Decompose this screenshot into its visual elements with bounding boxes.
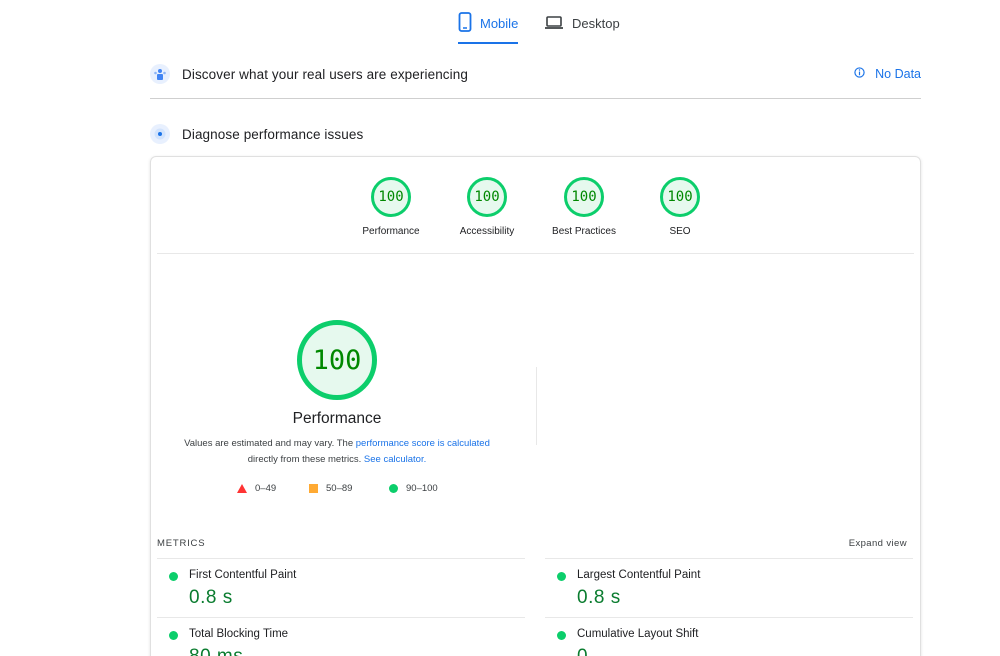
- metric-cumulative-layout-shift: Cumulative Layout Shift 0: [545, 617, 913, 656]
- info-icon: [854, 67, 865, 81]
- desc-middle: directly from these metrics.: [247, 454, 364, 465]
- no-data-status[interactable]: No Data: [854, 67, 921, 81]
- gauge-performance[interactable]: 100 Performance: [341, 177, 441, 237]
- device-tabs: Mobile Desktop: [0, 0, 1000, 44]
- tab-mobile-label: Mobile: [480, 16, 519, 31]
- expand-view-button[interactable]: Expand view: [849, 538, 907, 549]
- desc-prefix: Values are estimated and may vary. The: [184, 438, 356, 449]
- diagnose-title: Diagnose performance issues: [182, 126, 364, 142]
- gauge-label: Performance: [362, 226, 420, 237]
- square-icon: [309, 484, 318, 493]
- no-data-label: No Data: [875, 67, 921, 81]
- legend-range: 50–89: [326, 483, 353, 494]
- metric-value: 80 ms: [189, 646, 243, 656]
- section-divider: [150, 98, 921, 99]
- discover-title: Discover what your real users are experi…: [182, 66, 468, 82]
- gauge-score: 100: [371, 177, 411, 217]
- legend-range: 90–100: [406, 483, 438, 494]
- tab-mobile[interactable]: Mobile: [458, 12, 518, 44]
- laptop-icon: [544, 12, 564, 35]
- metric-first-contentful-paint: First Contentful Paint 0.8 s: [157, 558, 525, 608]
- metric-value: 0: [577, 646, 588, 656]
- category-gauges: 100 Performance 100 Accessibility 100 Be…: [151, 177, 920, 257]
- metric-total-blocking-time: Total Blocking Time 80 ms: [157, 617, 525, 656]
- legend-fail: 0–49: [237, 483, 276, 494]
- gauges-divider: [157, 253, 914, 254]
- gauge-label: Accessibility: [459, 226, 515, 237]
- pass-dot-icon: [169, 631, 178, 640]
- gauge-accessibility[interactable]: 100 Accessibility: [437, 177, 537, 237]
- diagnose-section: Diagnose performance issues: [150, 118, 921, 150]
- smartphone-icon: [458, 12, 472, 35]
- metric-name: Cumulative Layout Shift: [577, 628, 699, 640]
- score-legend: 0–49 50–89 90–100: [151, 483, 551, 499]
- pass-dot-icon: [557, 572, 566, 581]
- performance-big-gauge: 100: [297, 320, 377, 400]
- score-calculated-link[interactable]: performance score is calculated: [356, 438, 490, 449]
- legend-average: 50–89: [309, 483, 352, 494]
- metric-value: 0.8 s: [189, 587, 233, 608]
- gauge-best-practices[interactable]: 100 Best Practices: [534, 177, 634, 237]
- triangle-icon: [237, 484, 247, 493]
- tab-desktop[interactable]: Desktop: [544, 12, 620, 44]
- metric-name: Total Blocking Time: [189, 628, 289, 640]
- performance-description: Values are estimated and may vary. The p…: [171, 436, 503, 468]
- circle-icon: [389, 484, 398, 493]
- legend-pass: 90–100: [389, 483, 438, 494]
- pass-dot-icon: [169, 572, 178, 581]
- tab-desktop-label: Desktop: [572, 16, 620, 31]
- metric-name: Largest Contentful Paint: [577, 569, 701, 581]
- legend-range: 0–49: [255, 483, 277, 494]
- discover-section[interactable]: Discover what your real users are experi…: [150, 58, 921, 90]
- gauge-score: 100: [467, 177, 507, 217]
- metric-name: First Contentful Paint: [189, 569, 297, 581]
- vertical-divider: [536, 367, 537, 445]
- gauge-label: Best Practices: [552, 226, 616, 237]
- performance-big-label: Performance: [292, 410, 382, 427]
- gauge-seo[interactable]: 100 SEO: [630, 177, 730, 237]
- users-icon: [150, 64, 170, 84]
- pass-dot-icon: [557, 631, 566, 640]
- see-calculator-link[interactable]: See calculator.: [364, 454, 426, 465]
- gauge-label: SEO: [669, 226, 691, 237]
- gauge-score: 100: [564, 177, 604, 217]
- metric-value: 0.8 s: [577, 587, 621, 608]
- gauge-score: 100: [660, 177, 700, 217]
- report-card: 100 Performance 100 Accessibility 100 Be…: [150, 156, 921, 656]
- metric-largest-contentful-paint: Largest Contentful Paint 0.8 s: [545, 558, 913, 608]
- metrics-heading: METRICS: [157, 538, 206, 549]
- lighthouse-icon: [150, 124, 170, 144]
